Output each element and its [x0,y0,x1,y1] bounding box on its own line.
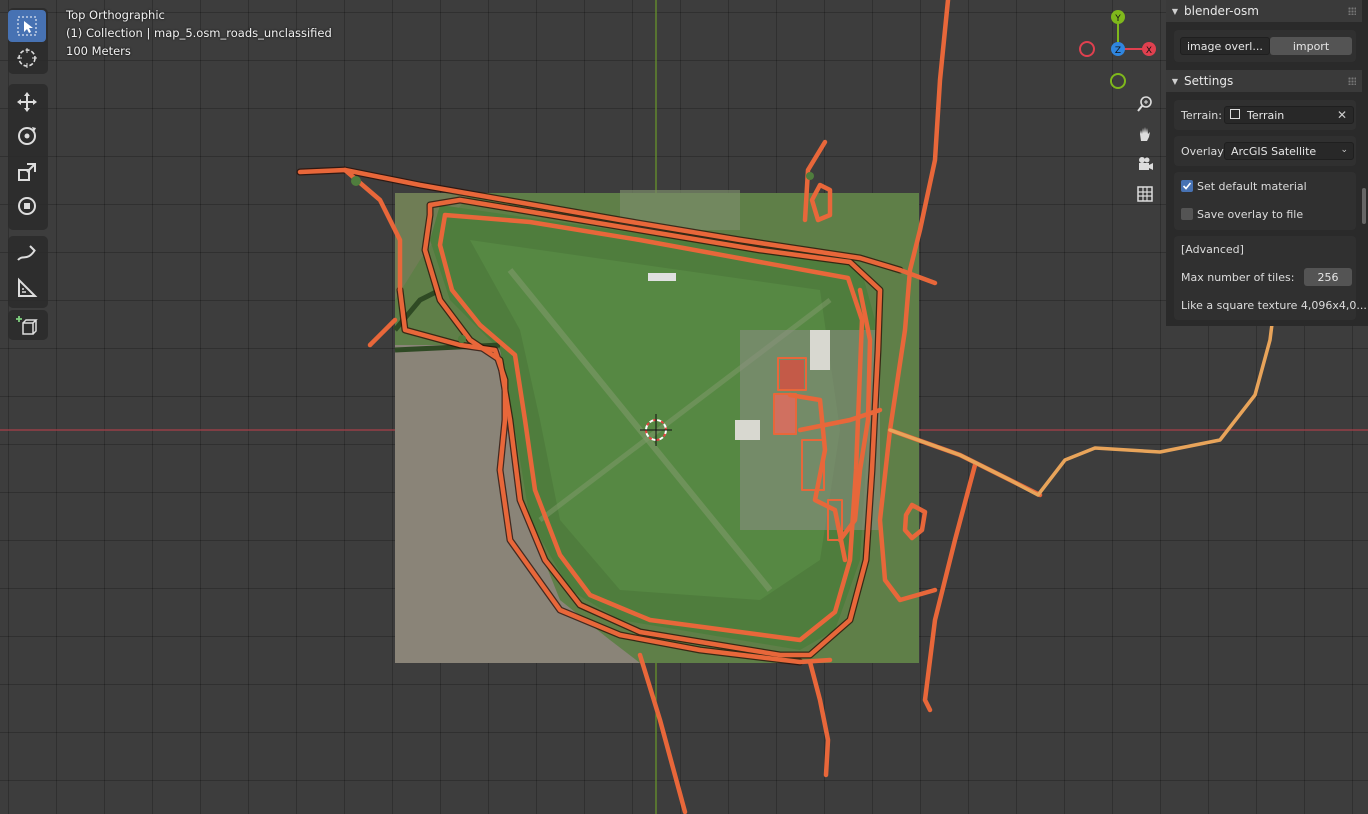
blender-osm-panel-header[interactable]: ▼ blender-osm [1166,0,1362,22]
move-tool[interactable] [8,86,46,118]
overlay-dropdown[interactable]: ArcGIS Satellite ⌄ [1224,142,1354,160]
gizmo-neg-x-axis[interactable] [1079,41,1095,57]
cursor-icon [17,48,37,68]
import-button[interactable]: import [1270,37,1352,55]
addon-box: image overl... import [1174,30,1356,62]
max-tiles-field[interactable]: 256 [1304,268,1352,286]
settings-title: Settings [1184,74,1234,88]
hand-icon [1140,127,1150,141]
select-box-icon [17,16,37,36]
terrain-row: Terrain: Terrain ✕ [1174,100,1356,130]
select-box-tool[interactable] [8,10,46,42]
max-tiles-label: Max number of tiles: [1181,271,1295,284]
cursor-tool[interactable] [8,42,46,74]
camera-icon [1139,157,1153,170]
settings-panel-header[interactable]: ▼ Settings [1166,70,1362,92]
blender-osm-title: blender-osm [1184,4,1259,18]
annotate-tool[interactable] [8,238,46,270]
collapse-triangle-icon: ▼ [1171,6,1179,16]
zoom-button[interactable] [1132,91,1158,117]
scale-tool[interactable] [8,156,46,188]
set-default-material-label[interactable]: Set default material [1197,180,1307,193]
camera-view-button[interactable] [1132,151,1158,177]
mesh-icon [1230,109,1240,119]
checkmark-icon [1182,182,1192,190]
set-default-material-checkbox[interactable] [1181,180,1193,192]
terrain-value: Terrain [1247,108,1285,122]
scene-canvas[interactable] [0,0,1368,814]
transform-tool[interactable] [8,190,46,222]
add-cube-icon [16,316,38,335]
overlay-label: Overlay: [1181,145,1227,158]
3d-viewport[interactable]: Top Orthographic (1) Collection | map_5.… [0,0,1368,814]
toggle-perspective-button[interactable] [1132,181,1158,207]
gizmo-z-label: Z [1115,46,1121,56]
grid-icon [1137,186,1153,202]
pan-button[interactable] [1132,121,1158,147]
transform-icon [18,197,36,215]
mode-dropdown[interactable]: image overl... [1180,37,1270,55]
gizmo-neg-y-axis[interactable] [1110,73,1126,89]
annotate-icon [17,245,36,261]
drag-grip-icon[interactable] [1348,7,1356,15]
advanced-label: [Advanced] [1181,243,1244,256]
measure-icon [18,277,38,297]
drag-grip-icon[interactable] [1348,77,1356,85]
advanced-box: [Advanced] Max number of tiles: 256 Like… [1174,236,1367,320]
overlay-row: Overlay: ArcGIS Satellite ⌄ [1174,136,1356,166]
chevron-down-icon: ⌄ [1340,145,1348,155]
navigation-gizmo[interactable]: Y X Z [1076,6,1160,90]
move-icon [17,92,37,112]
gizmo-x-label: X [1146,46,1152,56]
sidebar-panel: ▼ blender-osm image overl... import ▼ Se… [1166,0,1368,326]
rotate-icon [18,127,36,145]
checkbox-group: Set default material Save overlay to fil… [1174,172,1356,230]
collapse-triangle-icon: ▼ [1171,76,1179,86]
rotate-tool[interactable] [8,120,46,152]
scale-icon [18,163,36,181]
terrain-field[interactable]: Terrain ✕ [1224,106,1354,124]
collection-label: (1) Collection | map_5.osm_roads_unclass… [66,26,332,40]
zoom-icon [1137,96,1152,112]
clear-icon[interactable]: ✕ [1337,108,1347,122]
scale-label: 100 Meters [66,44,131,58]
overlay-value: ArcGIS Satellite [1231,144,1317,158]
measure-tool[interactable] [8,272,46,304]
save-overlay-label[interactable]: Save overlay to file [1197,208,1303,221]
view-name-label: Top Orthographic [66,8,165,22]
texture-note: Like a square texture 4,096x4,0... [1181,299,1367,312]
terrain-label: Terrain: [1181,109,1222,122]
save-overlay-checkbox[interactable] [1181,208,1193,220]
mode-dropdown-value: image overl... [1187,39,1263,53]
gizmo-y-label: Y [1114,14,1121,24]
add-cube-tool[interactable] [8,310,46,342]
sidebar-scrollbar[interactable] [1362,188,1366,224]
